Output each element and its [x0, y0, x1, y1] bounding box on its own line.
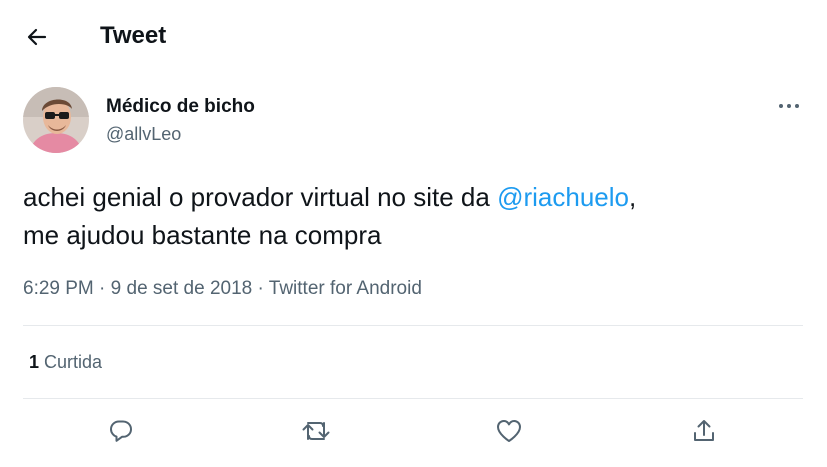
divider	[23, 325, 803, 326]
retweet-button[interactable]	[298, 413, 334, 449]
meta-separator: ·	[257, 278, 264, 299]
arrow-left-icon	[27, 28, 47, 46]
share-button[interactable]	[686, 413, 722, 449]
more-horizontal-icon	[779, 104, 799, 108]
avatar-photo	[23, 87, 89, 153]
tweet-source[interactable]: Twitter for Android	[269, 278, 422, 299]
likes-count: 1	[29, 352, 40, 372]
meta-separator: ·	[99, 278, 106, 299]
author-handle[interactable]: @allvLeo	[106, 123, 181, 145]
tweet-header: Tweet	[0, 0, 827, 72]
back-button[interactable]	[20, 20, 54, 54]
author-display-name[interactable]: Médico de bicho	[106, 96, 255, 118]
reply-button[interactable]	[103, 413, 139, 449]
like-button[interactable]	[491, 413, 527, 449]
likes-link[interactable]: 1 Curtida	[29, 350, 102, 374]
more-options-button[interactable]	[772, 92, 806, 120]
share-icon	[694, 420, 714, 441]
tweet-text-part: achei genial o provador virtual no site …	[23, 182, 498, 212]
reply-icon	[110, 420, 132, 442]
likes-label: Curtida	[44, 352, 103, 372]
heart-icon	[497, 420, 521, 442]
divider	[23, 398, 803, 399]
avatar[interactable]	[23, 87, 89, 153]
tweet-date[interactable]: 9 de set de 2018	[111, 278, 253, 299]
mention-link[interactable]: @riachuelo	[497, 182, 629, 212]
tweet-meta: 6:29 PM · 9 de set de 2018 · Twitter for…	[23, 277, 422, 301]
tweet-time[interactable]: 6:29 PM	[23, 278, 94, 299]
retweet-icon	[302, 422, 330, 440]
page-title: Tweet	[100, 22, 167, 49]
tweet-text: achei genial o provador virtual no site …	[23, 178, 803, 254]
